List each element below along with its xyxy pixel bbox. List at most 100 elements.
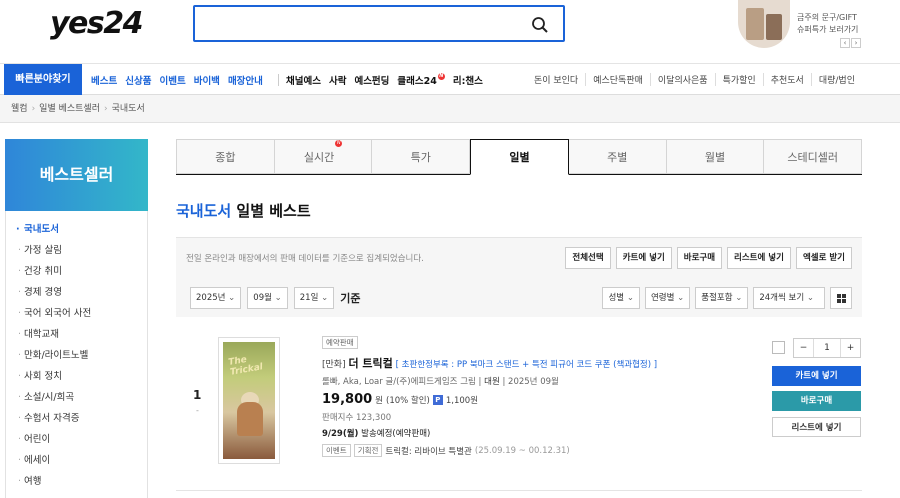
product-info: 예약판매 [만화] 더 트릭컬 [ 초판한정부록 : PP 북마크 스탠드 + … xyxy=(322,336,752,457)
year-select[interactable]: 2025년 xyxy=(190,287,242,309)
search-input[interactable] xyxy=(193,5,565,42)
event-line: 이벤트 기획전 트릭컬: 리바이브 특별관 (25.09.19 ~ 00.12.… xyxy=(322,444,752,457)
period-tabs: 종합 실시간N 특가 일별 주별 월별 스테디셀러 xyxy=(176,139,863,175)
nav-right-item[interactable]: 이달의사은품 xyxy=(649,73,715,86)
qty-value[interactable]: 1 xyxy=(814,339,840,357)
qty-plus-button[interactable]: + xyxy=(840,339,860,357)
price-unit: 원 xyxy=(375,395,383,406)
promo-image[interactable] xyxy=(738,0,790,48)
age-select[interactable]: 연령별 xyxy=(644,287,691,309)
search-icon[interactable] xyxy=(531,16,549,34)
product-author-line: 롤빠, Aka, Loar 글/(주)에피드게임즈 그림 | 대원 | 2025… xyxy=(322,377,559,387)
breadcrumb-bar: 웰컴 › 일별 베스트셀러 › 국내도서 xyxy=(0,95,900,123)
product-price: 19,800 xyxy=(322,392,373,407)
product-subtitle[interactable]: [ 초판한정부록 : PP 북마크 스탠드 + 특전 피규어 코드 쿠폰 (책과… xyxy=(396,360,657,370)
nav-buyback[interactable]: 바이백 xyxy=(194,73,220,87)
sidebar-item[interactable]: 수험서 자격증 xyxy=(6,408,147,429)
buy-now-button[interactable]: 바로구매 xyxy=(772,391,861,411)
nav-class24[interactable]: 클래스24 N xyxy=(397,72,445,87)
grid-view-icon[interactable] xyxy=(830,287,852,309)
sidebar-item[interactable]: 여행 xyxy=(6,471,147,492)
nav-new[interactable]: 신상품 xyxy=(125,73,151,87)
breadcrumb-item[interactable]: 일별 베스트셀러 xyxy=(39,104,100,114)
new-badge: N xyxy=(335,140,343,147)
promo-prev-button[interactable]: ‹ xyxy=(840,38,850,48)
preorder-badge: 예약판매 xyxy=(322,336,358,349)
tab-realtime-label: 실시간 xyxy=(303,151,335,164)
product-publisher[interactable]: 대원 xyxy=(484,377,500,387)
event-period: (25.09.19 ~ 00.12.31) xyxy=(474,445,570,456)
qty-minus-button[interactable]: − xyxy=(794,339,814,357)
rank-change: - xyxy=(196,406,199,415)
sidebar-item[interactable]: 어린이 xyxy=(6,429,147,450)
chevron-right-icon: › xyxy=(31,104,36,114)
exhibition-tag[interactable]: 기획전 xyxy=(353,444,383,457)
shipping-info: 9/29(월) 발송예정(예약판매) xyxy=(322,427,752,439)
nav-funding[interactable]: 예스펀딩 xyxy=(354,73,389,87)
nav-best[interactable]: 베스트 xyxy=(91,73,117,87)
tab-realtime[interactable]: 실시간N xyxy=(274,139,373,174)
sidebar-item[interactable]: 국어 외국어 사전 xyxy=(6,303,147,324)
month-select[interactable]: 09월 xyxy=(247,287,288,309)
tab-daily[interactable]: 일별 xyxy=(470,139,569,175)
sidebar-item[interactable]: 경제 경영 xyxy=(6,282,147,303)
nav-black-group: 채널예스 사락 예스펀딩 클래스24 N 리:챈스 xyxy=(286,64,483,95)
page-size-select[interactable]: 24개씩 보기 xyxy=(753,287,825,309)
sidebar-item[interactable]: 건강 취미 xyxy=(6,261,147,282)
sidebar-item[interactable]: 가정 살림 xyxy=(6,240,147,261)
sidebar-item[interactable]: 에세이 xyxy=(6,450,147,471)
event-tag[interactable]: 이벤트 xyxy=(322,444,351,457)
tab-special[interactable]: 특가 xyxy=(372,139,471,174)
sidebar-item[interactable]: 소설/시/희곡 xyxy=(6,387,147,408)
bulk-action-group: 전체선택 카트에 넣기 바로구매 리스트에 넣기 엑셀로 받기 xyxy=(565,247,852,269)
sidebar-item[interactable]: 사회 정치 xyxy=(6,366,147,387)
sidebar-item[interactable]: 만화/라이트노벨 xyxy=(6,345,147,366)
add-to-list-bulk-button[interactable]: 리스트에 넣기 xyxy=(727,247,791,269)
nav-rechance[interactable]: 리:챈스 xyxy=(453,73,483,87)
product-title[interactable]: 더 트릭컬 xyxy=(348,357,392,370)
soldout-select[interactable]: 품절포함 xyxy=(695,287,749,309)
product-date: 2025년 09월 xyxy=(508,377,559,387)
nav-store[interactable]: 매장안내 xyxy=(228,73,263,87)
excel-download-button[interactable]: 엑셀로 받기 xyxy=(795,247,852,269)
nav-right-item[interactable]: 특가할인 xyxy=(714,73,763,86)
breadcrumb-item[interactable]: 국내도서 xyxy=(112,104,145,114)
nav-event[interactable]: 이벤트 xyxy=(159,73,185,87)
day-select[interactable]: 21일 xyxy=(293,287,335,309)
tab-monthly[interactable]: 월별 xyxy=(666,139,765,174)
date-standard-label: 기준 xyxy=(340,292,361,305)
select-all-button[interactable]: 전체선택 xyxy=(565,247,611,269)
sales-index: 판매지수 123,300 xyxy=(322,413,392,423)
nav-sarak[interactable]: 사락 xyxy=(329,73,346,87)
add-to-list-button[interactable]: 리스트에 넣기 xyxy=(772,417,861,437)
nav-channel-yes[interactable]: 채널예스 xyxy=(286,73,321,87)
select-checkbox[interactable] xyxy=(772,341,785,354)
sidebar-item[interactable]: 대학교재 xyxy=(6,324,147,345)
sidebar-title: 베스트셀러 xyxy=(5,139,148,211)
book-cover[interactable]: The Trickal xyxy=(218,337,280,464)
promo-next-button[interactable]: › xyxy=(851,38,861,48)
nav-right-group: 돈이 보인다 예스단독판매 이달의사은품 특가할인 추천도서 대량/법인 xyxy=(527,64,862,95)
nav-right-item[interactable]: 추천도서 xyxy=(762,73,811,86)
breadcrumb: 웰컴 › 일별 베스트셀러 › 국내도서 xyxy=(11,95,145,123)
gender-select[interactable]: 성별 xyxy=(602,287,640,309)
nav-right-item[interactable]: 돈이 보인다 xyxy=(527,73,585,86)
yes24-logo[interactable]: yes24 xyxy=(50,6,144,41)
event-title[interactable]: 트릭컬: 리바이브 특별관 xyxy=(385,445,471,457)
tab-steady[interactable]: 스테디셀러 xyxy=(764,139,863,174)
breadcrumb-home[interactable]: 웰컴 xyxy=(11,104,28,114)
product-author[interactable]: 롤빠, Aka, Loar 글/(주)에피드게임즈 그림 xyxy=(322,377,476,387)
nav-right-item[interactable]: 대량/법인 xyxy=(810,73,862,86)
quick-category-button[interactable]: 빠른분야찾기 xyxy=(4,64,82,95)
sidebar-item-domestic[interactable]: 국내도서 xyxy=(6,219,147,240)
product-discount: (10% 할인) xyxy=(386,395,430,406)
nav-right-item[interactable]: 예스단독판매 xyxy=(585,73,650,86)
promo-banner[interactable]: 금주의 문구/GIFT 슈퍼특가 보러가기 xyxy=(797,12,858,36)
buy-now-bulk-button[interactable]: 바로구매 xyxy=(676,247,723,269)
add-to-cart-bulk-button[interactable]: 카트에 넣기 xyxy=(615,247,672,269)
tab-overall[interactable]: 종합 xyxy=(176,139,275,174)
nav-blue-group: 베스트 신상품 이벤트 바이백 매장안내 xyxy=(91,64,263,95)
ship-text: 발송예정(예약판매) xyxy=(358,429,431,439)
add-to-cart-button[interactable]: 카트에 넣기 xyxy=(772,366,861,386)
tab-weekly[interactable]: 주별 xyxy=(568,139,667,174)
